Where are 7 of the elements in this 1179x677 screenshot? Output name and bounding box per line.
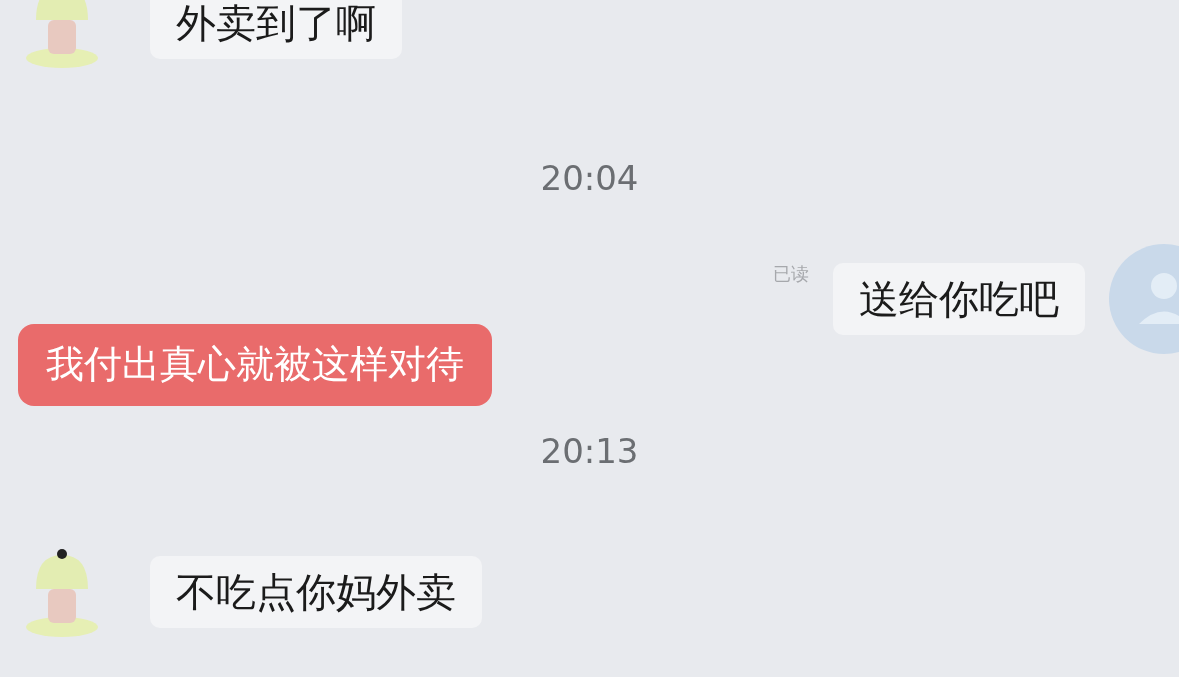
message-bubble: 不吃点你妈外卖 [150, 555, 482, 628]
timestamp: 20:13 [540, 429, 639, 473]
message-bubble: 送给你吃吧 [833, 263, 1085, 335]
read-status: 已读 [773, 262, 809, 286]
caption-banner: 我付出真心就被这样对待 [18, 324, 492, 406]
message-bubble: 外卖到了啊 [150, 0, 402, 59]
timestamp: 20:04 [540, 157, 639, 200]
